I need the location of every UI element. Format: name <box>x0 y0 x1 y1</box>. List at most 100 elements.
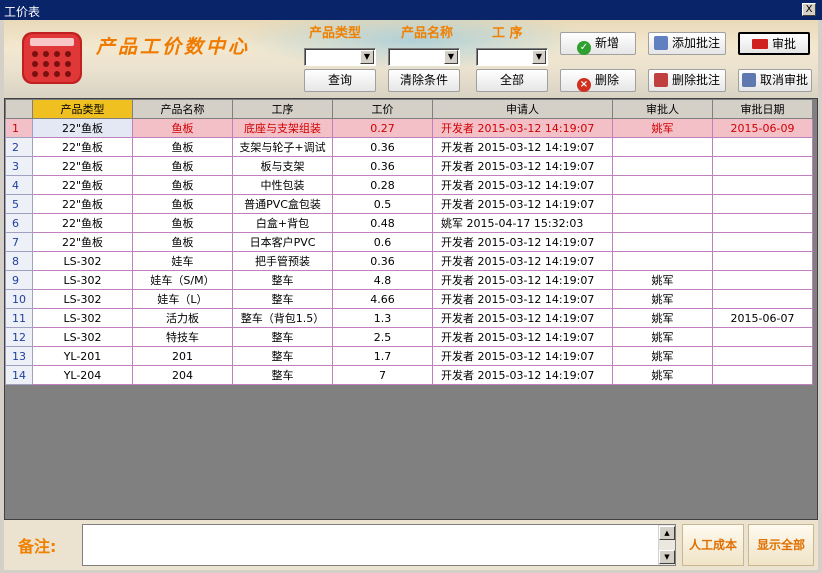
column-header-approver[interactable]: 审批人 <box>612 99 713 119</box>
cell-applicant[interactable]: 开发者 2015-03-12 14:19:07 <box>432 251 613 271</box>
cell-applicant[interactable]: 开发者 2015-03-12 14:19:07 <box>432 327 613 347</box>
cell-process[interactable]: 整车（背包1.5） <box>232 308 333 328</box>
table-row[interactable]: 2 22"鱼板 鱼板 支架与轮子+调试 0.36 开发者 2015-03-12 14:19… <box>5 137 813 157</box>
cell-product-name[interactable]: 鱼板 <box>132 156 233 176</box>
table-row[interactable]: 6 22"鱼板 鱼板 白盒+背包 0.48 姚军 2015-04-17 15:32:03 <box>5 213 813 233</box>
delete-button[interactable]: × 删除 <box>560 69 636 92</box>
add-batch-note-button[interactable]: 添加批注 <box>648 32 726 55</box>
delete-batch-note-button[interactable]: 删除批注 <box>648 69 726 92</box>
cell-approval-date[interactable] <box>712 156 813 176</box>
column-header-price[interactable]: 工价 <box>332 99 433 119</box>
cell-approver[interactable]: 姚军 <box>612 289 713 309</box>
cell-process[interactable]: 整车 <box>232 365 333 385</box>
cell-applicant[interactable]: 开发者 2015-03-12 14:19:07 <box>432 118 613 138</box>
cell-approval-date[interactable] <box>712 289 813 309</box>
query-button[interactable]: 查询 <box>304 69 376 92</box>
cell-process[interactable]: 普通PVC盒包装 <box>232 194 333 214</box>
cell-approval-date[interactable] <box>712 194 813 214</box>
cell-approval-date[interactable]: 2015-06-09 <box>712 118 813 138</box>
column-header-applicant[interactable]: 申请人 <box>432 99 613 119</box>
cell-price[interactable]: 1.3 <box>332 308 433 328</box>
cell-process[interactable]: 日本客户PVC <box>232 232 333 252</box>
cell-approver[interactable]: 姚军 <box>612 327 713 347</box>
row-number[interactable]: 6 <box>5 213 33 233</box>
scroll-up-icon[interactable]: ▲ <box>659 526 675 540</box>
cell-process[interactable]: 支架与轮子+调试 <box>232 137 333 157</box>
cell-product-name[interactable]: 204 <box>132 365 233 385</box>
cell-price[interactable]: 4.66 <box>332 289 433 309</box>
table-row[interactable]: 10 LS-302 娃车（L） 整车 4.66 开发者 2015-03-12 14:19:… <box>5 289 813 309</box>
cancel-approve-button[interactable]: 取消审批 <box>738 69 812 92</box>
cell-product-name[interactable]: 鱼板 <box>132 194 233 214</box>
chevron-down-icon[interactable]: ▼ <box>444 50 458 64</box>
add-button[interactable]: ✓ 新增 <box>560 32 636 55</box>
cell-product-type[interactable]: 22"鱼板 <box>32 194 133 214</box>
cell-price[interactable]: 1.7 <box>332 346 433 366</box>
remark-scrollbar[interactable]: ▲ ▼ <box>658 525 675 565</box>
cell-applicant[interactable]: 开发者 2015-03-12 14:19:07 <box>432 270 613 290</box>
row-number[interactable]: 9 <box>5 270 33 290</box>
row-number[interactable]: 3 <box>5 156 33 176</box>
labor-cost-button[interactable]: 人工成本 <box>682 524 744 566</box>
table-row[interactable]: 7 22"鱼板 鱼板 日本客户PVC 0.6 开发者 2015-03-12 14:19:0… <box>5 232 813 252</box>
cell-applicant[interactable]: 开发者 2015-03-12 14:19:07 <box>432 346 613 366</box>
cell-approver[interactable]: 姚军 <box>612 118 713 138</box>
table-row[interactable]: 14 YL-204 204 整车 7 开发者 2015-03-12 14:19:07 姚军 <box>5 365 813 385</box>
cell-approval-date[interactable]: 2015-06-07 <box>712 308 813 328</box>
column-header-approval-date[interactable]: 审批日期 <box>712 99 813 119</box>
cell-price[interactable]: 0.27 <box>332 118 433 138</box>
product-name-select[interactable]: ▼ <box>388 48 460 66</box>
cell-approval-date[interactable] <box>712 137 813 157</box>
cell-applicant[interactable]: 开发者 2015-03-12 14:19:07 <box>432 137 613 157</box>
data-grid[interactable]: 产品类型 产品名称 工序 工价 申请人 审批人 审批日期 1 22"鱼板 鱼板 底座与… <box>4 98 818 520</box>
row-number[interactable]: 11 <box>5 308 33 328</box>
cell-product-type[interactable]: 22"鱼板 <box>32 137 133 157</box>
cell-product-name[interactable]: 鱼板 <box>132 175 233 195</box>
cell-process[interactable]: 中性包装 <box>232 175 333 195</box>
close-button[interactable]: X <box>802 3 816 16</box>
cell-product-type[interactable]: LS-302 <box>32 308 133 328</box>
process-select[interactable]: ▼ <box>476 48 548 66</box>
cell-product-name[interactable]: 娃车（L） <box>132 289 233 309</box>
cell-applicant[interactable]: 开发者 2015-03-12 14:19:07 <box>432 156 613 176</box>
table-row[interactable]: 12 LS-302 特技车 整车 2.5 开发者 2015-03-12 14:19:07 姚… <box>5 327 813 347</box>
cell-approver[interactable]: 姚军 <box>612 270 713 290</box>
column-header-product-type[interactable]: 产品类型 <box>32 99 133 119</box>
cell-applicant[interactable]: 开发者 2015-03-12 14:19:07 <box>432 308 613 328</box>
cell-applicant[interactable]: 姚军 2015-04-17 15:32:03 <box>432 213 613 233</box>
cell-approver[interactable] <box>612 194 713 214</box>
cell-process[interactable]: 把手管预装 <box>232 251 333 271</box>
column-header-product-name[interactable]: 产品名称 <box>132 99 233 119</box>
cell-product-type[interactable]: LS-302 <box>32 327 133 347</box>
cell-product-name[interactable]: 201 <box>132 346 233 366</box>
cell-price[interactable]: 2.5 <box>332 327 433 347</box>
row-number[interactable]: 8 <box>5 251 33 271</box>
row-number[interactable]: 14 <box>5 365 33 385</box>
cell-price[interactable]: 7 <box>332 365 433 385</box>
approve-button[interactable]: 审批 <box>738 32 810 55</box>
cell-product-name[interactable]: 鱼板 <box>132 213 233 233</box>
cell-process[interactable]: 整车 <box>232 270 333 290</box>
cell-product-type[interactable]: YL-204 <box>32 365 133 385</box>
cell-approver[interactable]: 姚军 <box>612 308 713 328</box>
cell-product-name[interactable]: 娃车（S/M） <box>132 270 233 290</box>
column-header-process[interactable]: 工序 <box>232 99 333 119</box>
cell-product-type[interactable]: YL-201 <box>32 346 133 366</box>
row-number[interactable]: 2 <box>5 137 33 157</box>
cell-applicant[interactable]: 开发者 2015-03-12 14:19:07 <box>432 365 613 385</box>
cell-approver[interactable]: 姚军 <box>612 365 713 385</box>
cell-product-name[interactable]: 活力板 <box>132 308 233 328</box>
cell-price[interactable]: 0.36 <box>332 137 433 157</box>
cell-process[interactable]: 整车 <box>232 289 333 309</box>
table-row[interactable]: 1 22"鱼板 鱼板 底座与支架组装 0.27 开发者 2015-03-12 14:19:… <box>5 118 813 138</box>
show-all-records-button[interactable]: 全部 <box>476 69 548 92</box>
cell-approval-date[interactable] <box>712 365 813 385</box>
cell-approver[interactable] <box>612 137 713 157</box>
cell-product-type[interactable]: LS-302 <box>32 251 133 271</box>
row-number[interactable]: 10 <box>5 289 33 309</box>
table-row[interactable]: 11 LS-302 活力板 整车（背包1.5） 1.3 开发者 2015-03-12 14… <box>5 308 813 328</box>
cell-process[interactable]: 白盒+背包 <box>232 213 333 233</box>
cell-applicant[interactable]: 开发者 2015-03-12 14:19:07 <box>432 232 613 252</box>
row-number[interactable]: 5 <box>5 194 33 214</box>
table-row[interactable]: 13 YL-201 201 整车 1.7 开发者 2015-03-12 14:19:07 姚… <box>5 346 813 366</box>
